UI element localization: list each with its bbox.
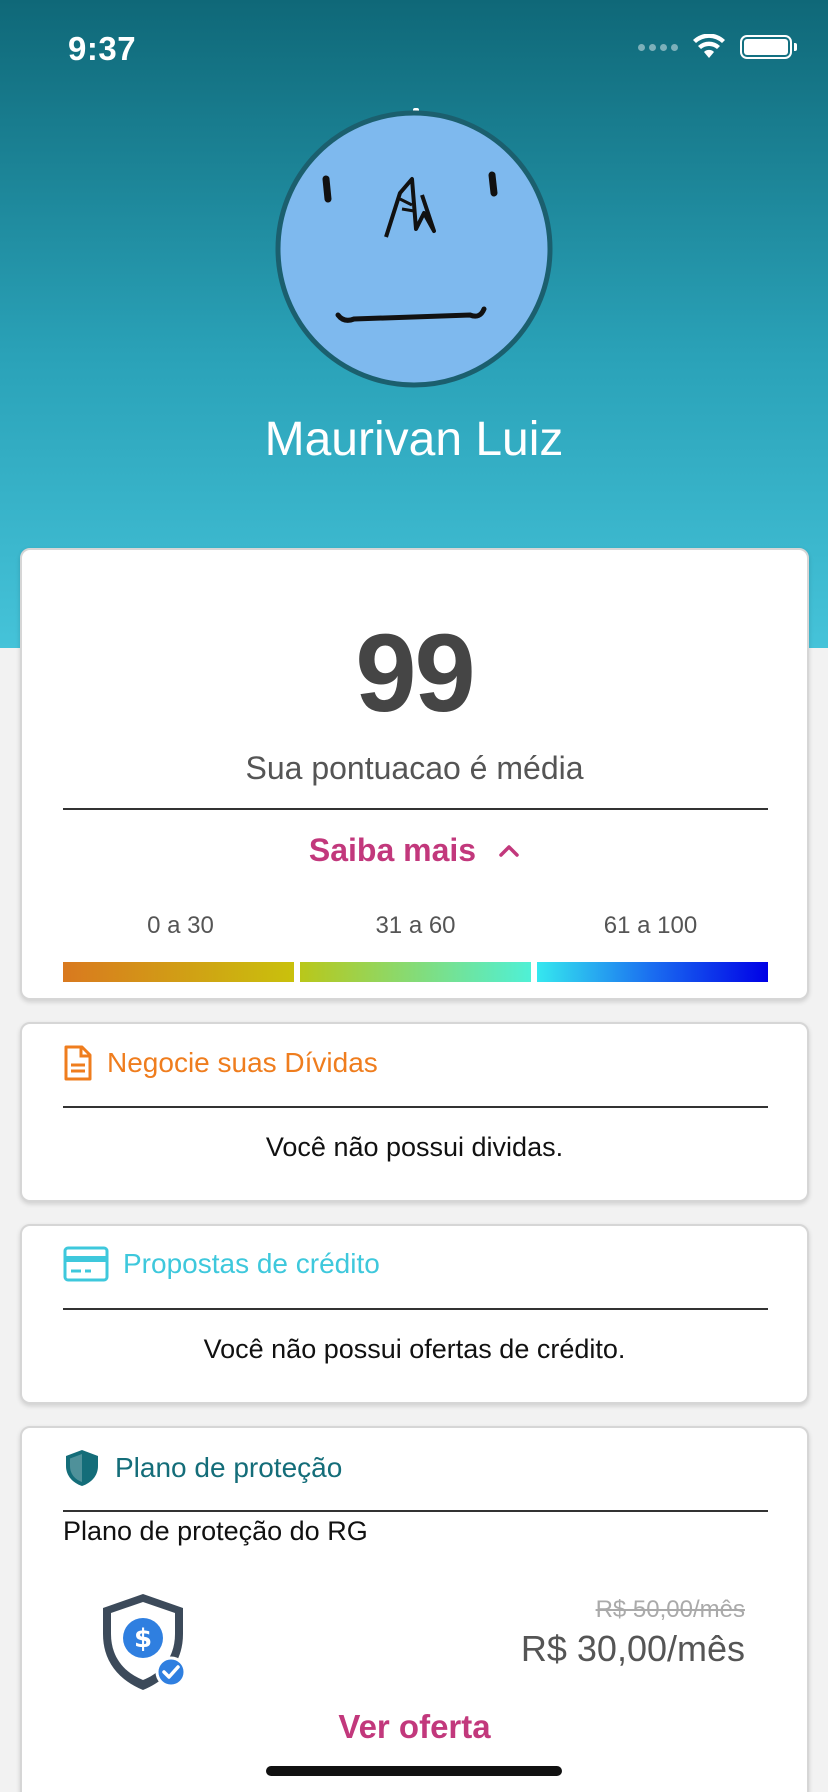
- status-bar: 9:37: [0, 0, 828, 100]
- debts-header: Negocie suas Dívidas: [63, 1044, 378, 1082]
- range-segment-high: [537, 962, 768, 982]
- plan-new-price: R$ 30,00/mês: [520, 1628, 745, 1669]
- credit-card[interactable]: Propostas de crédito Você não possui ofe…: [20, 1224, 809, 1404]
- score-card: 99 Sua pontuacao é média Saiba mais 0 a …: [20, 548, 809, 1000]
- avatar[interactable]: [274, 109, 554, 389]
- divider: [63, 808, 768, 810]
- score-description: Sua pontuacao é média: [245, 750, 584, 786]
- debts-message: Você não possui dividas.: [265, 1132, 564, 1162]
- cellular-signal-icon: [638, 43, 678, 51]
- range-label-low: 0 a 30: [147, 912, 214, 939]
- range-segment-low: [63, 962, 294, 982]
- range-label-mid: 31 a 60: [375, 912, 456, 939]
- svg-text:$: $: [134, 1624, 152, 1654]
- user-name: Maurivan Luiz: [264, 413, 564, 466]
- document-icon: [64, 1045, 92, 1081]
- learn-more-label: Saiba mais: [308, 832, 477, 868]
- credit-header: Propostas de crédito: [63, 1246, 380, 1282]
- credit-title: Propostas de crédito: [123, 1248, 380, 1279]
- divider: [63, 1308, 768, 1310]
- debts-title: Negocie suas Dívidas: [107, 1047, 378, 1078]
- chevron-up-icon: [499, 844, 519, 857]
- plan-old-price: R$ 50,00/mês: [595, 1596, 745, 1623]
- wifi-icon: [693, 34, 725, 58]
- plan-name: Plano de proteção do RG: [63, 1516, 368, 1546]
- credit-message: Você não possui ofertas de crédito.: [203, 1334, 626, 1364]
- see-offer-button[interactable]: Ver oferta: [22, 1708, 807, 1746]
- score-value: 99: [355, 612, 475, 735]
- shield-icon: [66, 1450, 98, 1486]
- range-segment-mid: [300, 962, 531, 982]
- protection-plan-card: Plano de proteção Plano de proteção do R…: [20, 1426, 809, 1792]
- range-label-high: 61 a 100: [603, 912, 698, 939]
- divider: [63, 1106, 768, 1108]
- home-indicator[interactable]: [266, 1766, 562, 1776]
- credit-card-icon: [63, 1246, 109, 1282]
- protection-header: Plano de proteção: [63, 1448, 342, 1488]
- money-shield-icon: $: [103, 1594, 187, 1690]
- status-icons: [638, 34, 797, 60]
- debts-card[interactable]: Negocie suas Dívidas Você não possui div…: [20, 1022, 809, 1202]
- score-range-labels: 0 a 30 31 a 60 61 a 100: [63, 912, 768, 940]
- learn-more-button[interactable]: Saiba mais: [22, 832, 807, 869]
- protection-title: Plano de proteção: [115, 1452, 343, 1483]
- score-range-bar: [63, 962, 768, 982]
- battery-icon: [740, 35, 797, 59]
- status-time: 9:37: [68, 30, 137, 67]
- divider: [63, 1510, 768, 1512]
